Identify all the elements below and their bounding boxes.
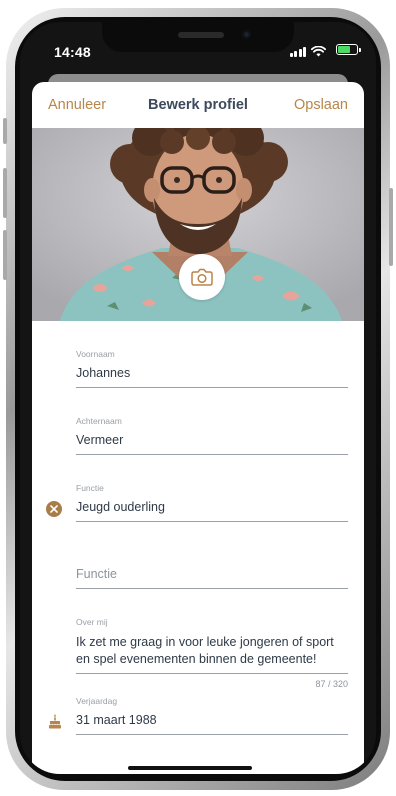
profile-photo[interactable] (32, 128, 364, 321)
last-name-field[interactable]: Achternaam Vermeer (76, 416, 348, 455)
power-button (389, 188, 393, 266)
birthday-field[interactable]: Verjaardag 31 maart 1988 (76, 696, 348, 735)
remove-function-button[interactable] (46, 501, 62, 517)
function-field[interactable]: Functie Jeugd ouderling (76, 483, 348, 522)
new-function-input[interactable]: Functie (76, 562, 348, 589)
camera-icon (191, 268, 213, 286)
status-time: 14:48 (54, 44, 91, 60)
battery-icon (336, 44, 361, 55)
speaker (178, 32, 224, 38)
first-name-input[interactable]: Johannes (76, 361, 348, 388)
first-name-field[interactable]: Voornaam Johannes (76, 349, 348, 388)
birthday-label: Verjaardag (76, 696, 118, 706)
signal-icon (289, 47, 306, 57)
birthday-input[interactable]: 31 maart 1988 (76, 708, 348, 735)
function-input[interactable]: Jeugd ouderling (76, 495, 348, 522)
about-field[interactable]: Over mij Ik zet me graag in voor leuke j… (76, 617, 348, 674)
wifi-icon (311, 46, 326, 57)
new-function-field[interactable]: Functie (76, 550, 348, 589)
change-photo-button[interactable] (179, 254, 225, 300)
about-input[interactable]: Ik zet me graag in voor leuke jongeren o… (76, 629, 348, 674)
edit-profile-sheet: Annuleer Bewerk profiel Opslaan Voornaam… (32, 82, 364, 774)
cake-icon (49, 714, 61, 729)
screen: 14:48 Annuleer Bewerk profiel Opslaan Vo… (20, 22, 376, 774)
status-icons (289, 46, 326, 57)
function-label: Functie (76, 483, 104, 493)
volume-down-button (3, 230, 7, 280)
notch (102, 22, 294, 52)
front-camera (242, 30, 251, 39)
save-button[interactable]: Opslaan (294, 97, 348, 113)
last-name-input[interactable]: Vermeer (76, 428, 348, 455)
home-indicator (128, 766, 252, 770)
about-char-counter: 87 / 320 (315, 679, 348, 689)
mute-switch (3, 118, 7, 144)
about-label: Over mij (76, 617, 108, 627)
first-name-label: Voornaam (76, 349, 115, 359)
volume-up-button (3, 168, 7, 218)
clear-icon (50, 505, 58, 513)
navigation-bar: Annuleer Bewerk profiel Opslaan (32, 82, 364, 128)
last-name-label: Achternaam (76, 416, 122, 426)
